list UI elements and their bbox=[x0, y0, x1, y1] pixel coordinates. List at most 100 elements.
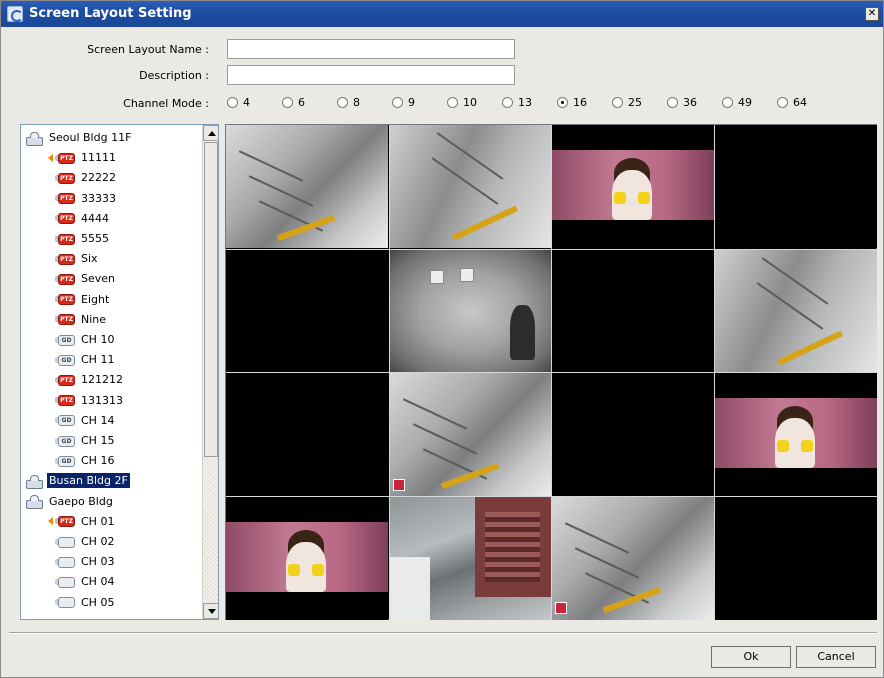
layout-name-label: Screen Layout Name : bbox=[87, 43, 209, 56]
channel-mode-radio-6[interactable]: 6 bbox=[282, 96, 305, 109]
tree-node-label: CH 05 bbox=[81, 595, 115, 609]
camera-icon: GD bbox=[55, 414, 75, 427]
tree-node-label: 22222 bbox=[81, 171, 116, 185]
title-bar[interactable]: Screen Layout Setting ✕ bbox=[1, 1, 883, 27]
tree-node-site[interactable]: Gaepo Bldg bbox=[25, 492, 115, 511]
channel-mode-radio-49[interactable]: 49 bbox=[722, 96, 752, 109]
tree-node-channel[interactable]: PTZ 33333 bbox=[55, 189, 118, 208]
grid-line bbox=[226, 248, 878, 250]
layout-cell[interactable] bbox=[714, 496, 877, 620]
tree-node-channel[interactable]: PTZ 4444 bbox=[55, 209, 111, 228]
radio-circle[interactable] bbox=[722, 97, 733, 108]
radio-label: 25 bbox=[628, 96, 642, 109]
layout-cell[interactable] bbox=[226, 125, 388, 248]
channel-mode-radio-16[interactable]: 16 bbox=[557, 96, 587, 109]
tree-node-channel[interactable]: GD CH 11 bbox=[55, 350, 116, 369]
tree-node-label: Seven bbox=[81, 272, 115, 286]
grid-line bbox=[713, 125, 715, 621]
layout-cell[interactable] bbox=[552, 249, 714, 373]
ptz-camera-icon: PTZ bbox=[48, 152, 75, 164]
tree-node-channel[interactable]: PTZ Six bbox=[55, 249, 100, 268]
building-icon bbox=[25, 494, 43, 510]
radio-circle[interactable] bbox=[777, 97, 788, 108]
channel-mode-radio-10[interactable]: 10 bbox=[447, 96, 477, 109]
radio-circle[interactable] bbox=[557, 97, 568, 108]
scroll-up-button[interactable] bbox=[203, 125, 218, 141]
radio-circle[interactable] bbox=[447, 97, 458, 108]
camera-icon: GD bbox=[55, 435, 75, 447]
building-icon bbox=[25, 131, 43, 146]
layout-cell[interactable] bbox=[714, 125, 877, 248]
tree-node-label: 11111 bbox=[81, 151, 116, 165]
tree-node-channel[interactable]: PTZ 11111 bbox=[48, 148, 118, 167]
tree-node-channel[interactable]: PTZ Seven bbox=[55, 269, 117, 288]
tree-list: Seoul Bldg 11F PTZ 11111 PTZ 22222 PTZ 33333 PT… bbox=[21, 125, 202, 619]
scroll-track[interactable] bbox=[203, 457, 218, 603]
camera-icon bbox=[55, 596, 75, 609]
channel-mode-radio-9[interactable]: 9 bbox=[392, 96, 415, 109]
close-button[interactable]: ✕ bbox=[865, 7, 879, 21]
tree-node-channel[interactable]: GD CH 14 bbox=[55, 411, 116, 430]
tree-node-channel[interactable]: PTZ Nine bbox=[55, 310, 108, 329]
layout-cell[interactable] bbox=[552, 373, 714, 496]
tree-node-channel[interactable]: CH 05 bbox=[55, 593, 116, 612]
ptz-camera-icon: PTZ bbox=[55, 233, 75, 245]
ptz-camera-icon: PTZ bbox=[55, 313, 75, 326]
separator bbox=[9, 632, 877, 634]
layout-cell[interactable] bbox=[714, 373, 877, 496]
tree-node-label: CH 04 bbox=[81, 575, 115, 589]
tree-node-channel[interactable]: PTZ 22222 bbox=[55, 168, 118, 187]
radio-circle[interactable] bbox=[392, 97, 403, 108]
tree-node-channel[interactable]: PTZ 131313 bbox=[55, 391, 125, 410]
tree-node-channel[interactable]: PTZ 121212 bbox=[55, 370, 125, 389]
tree-node-channel[interactable]: CH 02 bbox=[55, 532, 116, 551]
layout-cell[interactable] bbox=[552, 125, 714, 248]
layout-cell[interactable] bbox=[226, 249, 388, 373]
layout-cell[interactable] bbox=[714, 249, 877, 373]
cancel-button[interactable]: Cancel bbox=[796, 646, 876, 668]
radio-circle[interactable] bbox=[227, 97, 238, 108]
camera-tree: Seoul Bldg 11F PTZ 11111 PTZ 22222 PTZ 33333 PT… bbox=[20, 124, 219, 620]
channel-mode-radio-64[interactable]: 64 bbox=[777, 96, 807, 109]
tree-node-channel[interactable]: PTZ Eight bbox=[55, 290, 111, 309]
layout-name-input[interactable] bbox=[227, 39, 515, 59]
layout-cell[interactable] bbox=[389, 125, 552, 248]
channel-mode-label: Channel Mode : bbox=[123, 97, 209, 110]
layout-cell[interactable] bbox=[552, 496, 714, 620]
grid-line bbox=[226, 495, 878, 497]
radio-circle[interactable] bbox=[667, 97, 678, 108]
tree-node-channel[interactable]: GD CH 10 bbox=[55, 330, 116, 349]
tree-node-site[interactable]: Busan Bldg 2F bbox=[25, 471, 130, 490]
description-input[interactable] bbox=[227, 65, 515, 85]
tree-scrollbar[interactable] bbox=[202, 125, 218, 619]
tree-node-label: CH 11 bbox=[81, 353, 115, 367]
ptz-camera-icon: PTZ bbox=[55, 192, 75, 205]
radio-circle[interactable] bbox=[612, 97, 623, 108]
scroll-down-button[interactable] bbox=[203, 603, 218, 619]
channel-mode-radio-25[interactable]: 25 bbox=[612, 96, 642, 109]
layout-cell[interactable] bbox=[226, 373, 388, 496]
layout-cell[interactable] bbox=[389, 496, 552, 620]
layout-cell[interactable] bbox=[389, 373, 552, 496]
channel-mode-radio-13[interactable]: 13 bbox=[502, 96, 532, 109]
channel-mode-radio-4[interactable]: 4 bbox=[227, 96, 250, 109]
ok-button[interactable]: Ok bbox=[711, 646, 791, 668]
radio-circle[interactable] bbox=[282, 97, 293, 108]
radio-circle[interactable] bbox=[502, 97, 513, 108]
radio-circle[interactable] bbox=[337, 97, 348, 108]
scroll-thumb[interactable] bbox=[204, 142, 218, 457]
radio-label: 4 bbox=[243, 96, 250, 109]
layout-cell[interactable] bbox=[226, 496, 388, 620]
tree-node-channel[interactable]: CH 04 bbox=[55, 572, 116, 591]
tree-node-channel[interactable]: GD CH 15 bbox=[55, 431, 116, 450]
channel-mode-radio-8[interactable]: 8 bbox=[337, 96, 360, 109]
tree-node-channel[interactable]: GD CH 16 bbox=[55, 451, 116, 470]
tree-node-site[interactable]: Seoul Bldg 11F bbox=[25, 128, 133, 147]
channel-mode-radio-36[interactable]: 36 bbox=[667, 96, 697, 109]
tree-node-label: Seoul Bldg 11F bbox=[49, 131, 132, 144]
tree-node-channel[interactable]: PTZ 5555 bbox=[55, 229, 111, 248]
tree-node-channel[interactable]: CH 03 bbox=[55, 552, 116, 571]
tree-node-channel[interactable]: PTZ CH 01 bbox=[48, 512, 116, 531]
app-icon bbox=[7, 6, 23, 22]
layout-cell[interactable] bbox=[389, 249, 552, 373]
